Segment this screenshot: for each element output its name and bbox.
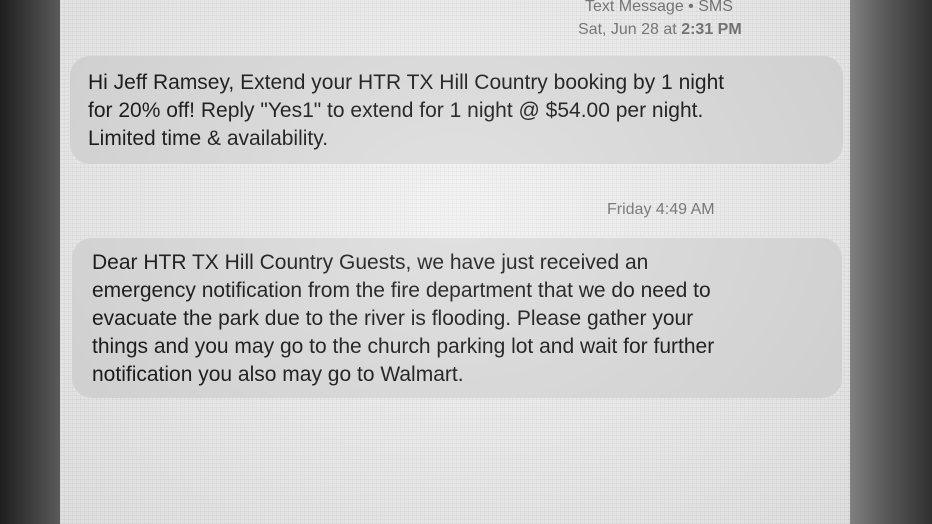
message-text-line: things and you may go to the church park… (92, 335, 715, 358)
thread-date: Sat, Jun 28 at (578, 21, 677, 38)
message-timestamp: Friday 4:49 AM (607, 201, 715, 218)
message-text-line: for 20% off! Reply "Yes1" to extend for … (88, 99, 704, 122)
thread-time: 2:31 PM (681, 21, 742, 38)
message-text-line: evacuate the park due to the river is fl… (92, 307, 694, 330)
photo-right-edge (850, 0, 932, 524)
message-text-line: Hi Jeff Ramsey, Extend your HTR TX Hill … (88, 71, 725, 94)
message-text-line: Limited time & availability. (88, 127, 329, 150)
received-message-bubble[interactable]: Hi Jeff Ramsey, Extend your HTR TX Hill … (70, 56, 843, 164)
message-thread[interactable]: Text Message • SMS Sat, Jun 28 at 2:31 P… (60, 0, 850, 524)
photo-left-edge (0, 0, 60, 524)
message-text-line: Dear HTR TX Hill Country Guests, we have… (92, 251, 649, 274)
thread-date-header: Sat, Jun 28 at 2:31 PM (578, 21, 742, 39)
received-message-bubble[interactable]: Dear HTR TX Hill Country Guests, we have… (72, 238, 842, 398)
message-text-line: emergency notification from the fire dep… (92, 279, 711, 302)
thread-service-label: Text Message • SMS (585, 0, 733, 15)
message-text-line: notification you also may go to Walmart. (92, 363, 464, 386)
